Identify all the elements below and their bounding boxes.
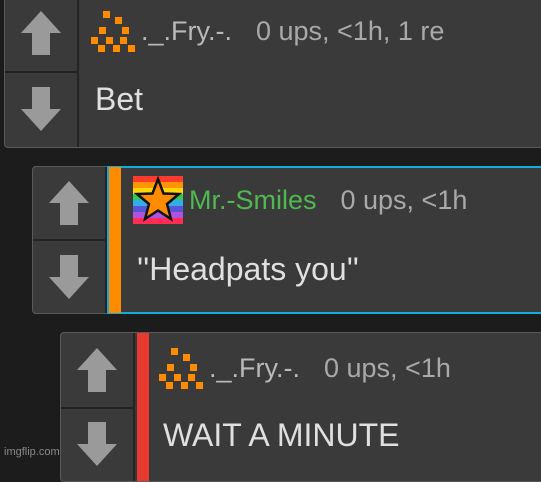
rainbow-star-avatar bbox=[133, 176, 183, 224]
comment-header: Mr.-Smiles 0 ups, <1h bbox=[133, 176, 468, 224]
thread-accent-bar bbox=[137, 333, 149, 481]
thread-accent-bar bbox=[109, 167, 121, 313]
arrow-down-icon bbox=[21, 87, 61, 131]
pixel-flame-avatar bbox=[159, 348, 203, 389]
downvote-button[interactable] bbox=[33, 241, 105, 313]
comment-meta: 0 ups, <1h, 1 re bbox=[256, 15, 445, 46]
comment-header: ._.Fry.-. 0 ups, <1h, 1 re bbox=[91, 5, 444, 57]
comment-username[interactable]: Mr.-Smiles bbox=[189, 185, 317, 216]
downvote-button[interactable] bbox=[5, 71, 77, 147]
downvote-button[interactable] bbox=[61, 407, 133, 481]
comment-text: Bet bbox=[95, 81, 144, 117]
vote-column bbox=[33, 167, 107, 313]
arrow-up-icon bbox=[77, 348, 117, 392]
comment-username[interactable]: ._.Fry.-. bbox=[209, 353, 300, 384]
upvote-button[interactable] bbox=[5, 0, 77, 73]
comment: Mr.-Smiles 0 ups, <1h ''Headpats you'' bbox=[32, 166, 541, 314]
comment-username[interactable]: ._.Fry.-. bbox=[141, 16, 232, 47]
comment: ._.Fry.-. 0 ups, <1h WAIT A MINUTE bbox=[60, 332, 541, 482]
watermark: imgflip.com bbox=[4, 446, 60, 458]
comment-meta: 0 ups, <1h bbox=[324, 352, 451, 383]
arrow-down-icon bbox=[49, 255, 89, 299]
upvote-button[interactable] bbox=[61, 333, 133, 409]
comment-header: ._.Fry.-. 0 ups, <1h bbox=[159, 343, 451, 393]
upvote-button[interactable] bbox=[33, 167, 105, 241]
pixel-flame-avatar bbox=[91, 11, 135, 52]
vote-column bbox=[61, 333, 135, 481]
vote-column bbox=[5, 0, 79, 147]
arrow-up-icon bbox=[21, 11, 61, 55]
comment-text: WAIT A MINUTE bbox=[163, 417, 400, 453]
arrow-up-icon bbox=[49, 181, 89, 225]
comment-text: ''Headpats you'' bbox=[137, 251, 359, 287]
comment-meta: 0 ups, <1h bbox=[340, 184, 468, 215]
comment: ._.Fry.-. 0 ups, <1h, 1 re Bet bbox=[4, 0, 541, 148]
